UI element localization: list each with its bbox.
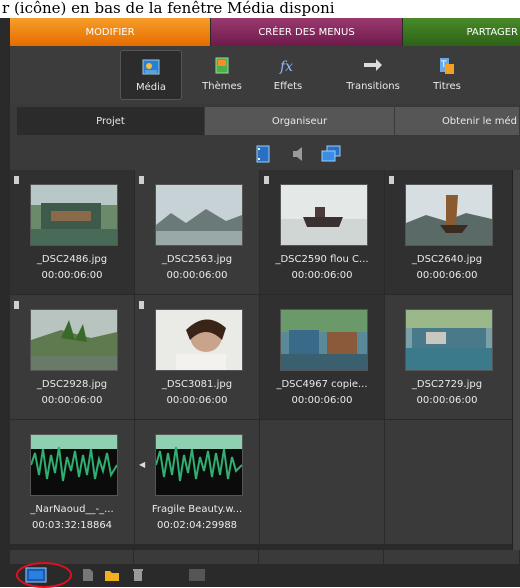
transitions-label: Transitions	[346, 81, 400, 92]
titres-button[interactable]: T Titres	[424, 50, 470, 100]
media-item[interactable]: _DSC2729.jpg 00:00:06:00	[385, 295, 515, 419]
media-item[interactable]: _DSC2486.jpg 00:00:06:00	[10, 170, 134, 294]
media-filename: _DSC2640.jpg	[411, 254, 483, 265]
image-filter-icon[interactable]	[320, 145, 341, 163]
media-filename: _DSC2729.jpg	[411, 379, 483, 390]
empty-cell	[260, 420, 384, 544]
thumbnail	[405, 309, 493, 371]
media-duration: 00:00:06:00	[291, 270, 353, 281]
vertical-scrollbar[interactable]	[512, 170, 520, 568]
disabled-button[interactable]	[188, 567, 206, 583]
titres-label: Titres	[433, 81, 461, 92]
media-item[interactable]: _DSC2640.jpg 00:00:06:00	[385, 170, 515, 294]
media-duration: 00:03:32:18864	[31, 520, 113, 531]
media-duration: 00:00:06:00	[41, 270, 103, 281]
clip-marker-icon	[14, 176, 19, 184]
subtab-projet[interactable]: Projet	[17, 107, 205, 135]
svg-text:T: T	[440, 60, 447, 70]
thumbnail	[30, 184, 118, 246]
media-button[interactable]: Média	[120, 50, 182, 100]
panel-subtabs: Projet Organiseur Obtenir le méd	[10, 104, 520, 138]
media-item[interactable]: _DSC3081.jpg 00:00:06:00	[135, 295, 259, 419]
media-duration: 00:00:06:00	[416, 395, 478, 406]
media-filename: _NarNaoud__-_...	[30, 504, 114, 515]
svg-text:fx: fx	[279, 59, 293, 75]
subtab-obtenir-media[interactable]: Obtenir le méd	[395, 107, 520, 135]
media-icon	[140, 56, 162, 78]
media-item[interactable]: ◀ Fragile Beauty.w... 00:02:04:29988	[135, 420, 259, 544]
left-edge	[0, 18, 10, 587]
media-grid: _DSC2486.jpg 00:00:06:00 _DSC2563.jpg 00…	[10, 170, 515, 568]
media-filename: _DSC2563.jpg	[161, 254, 233, 265]
media-filename: _DSC3081.jpg	[161, 379, 233, 390]
media-filename: Fragile Beauty.w...	[151, 504, 243, 515]
edit-toolbar: Média Thèmes fx Effets Transitions T Tit…	[10, 46, 520, 104]
audio-waveform-thumbnail	[155, 434, 243, 496]
themes-button[interactable]: Thèmes	[196, 50, 248, 100]
media-duration: 00:00:06:00	[416, 270, 478, 281]
titles-icon: T	[436, 55, 458, 77]
view-filter-row	[10, 138, 520, 170]
media-duration: 00:00:06:00	[41, 395, 103, 406]
clip-marker-icon	[389, 176, 394, 184]
media-label: Média	[135, 82, 167, 93]
media-item[interactable]: _NarNaoud__-_... 00:03:32:18864	[10, 420, 134, 544]
media-filename: _DSC2590 flou C...	[275, 254, 369, 265]
clip-marker-icon	[139, 301, 144, 309]
thumbnail	[280, 309, 368, 371]
grid-bottom-row	[10, 550, 520, 564]
media-filename: _DSC4967 copie...	[276, 379, 368, 390]
main-tabs: MODIFIER CRÉER DES MENUS PARTAGER	[10, 18, 520, 46]
folder-icon[interactable]	[104, 567, 120, 583]
media-item[interactable]: _DSC4967 copie... 00:00:06:00	[260, 295, 384, 419]
clip-marker-icon	[139, 176, 144, 184]
fx-icon: fx	[277, 55, 299, 77]
audio-waveform-thumbnail	[30, 434, 118, 496]
media-filename: _DSC2928.jpg	[36, 379, 108, 390]
media-item[interactable]: _DSC2590 flou C... 00:00:06:00	[260, 170, 384, 294]
tab-partager[interactable]: PARTAGER	[402, 18, 520, 46]
media-duration: 00:00:06:00	[166, 270, 228, 281]
thumbnail	[405, 184, 493, 246]
effets-label: Effets	[273, 81, 303, 92]
thumbnail	[30, 309, 118, 371]
audio-filter-icon[interactable]	[290, 145, 310, 163]
new-item-icon[interactable]	[80, 567, 96, 583]
clip-marker-icon	[264, 176, 269, 184]
video-filter-icon[interactable]	[254, 145, 274, 163]
subtab-organiseur[interactable]: Organiseur	[205, 107, 395, 135]
thumbnail	[155, 184, 243, 246]
effets-button[interactable]: fx Effets	[264, 50, 312, 100]
page-caption-text: r (icône) en bas de la fenêtre Média dis…	[0, 0, 520, 18]
tab-modifier[interactable]: MODIFIER	[10, 18, 210, 46]
media-item[interactable]: _DSC2563.jpg 00:00:06:00	[135, 170, 259, 294]
media-duration: 00:00:06:00	[291, 395, 353, 406]
trash-icon[interactable]	[130, 567, 146, 583]
empty-cell	[385, 420, 515, 544]
bottom-toolbar	[0, 564, 520, 587]
tab-creer-menus[interactable]: CRÉER DES MENUS	[210, 18, 402, 46]
themes-label: Thèmes	[202, 81, 242, 92]
highlight-circle	[16, 562, 72, 588]
themes-icon	[211, 55, 233, 77]
media-duration: 00:00:06:00	[166, 395, 228, 406]
arrows-icon	[362, 55, 384, 77]
thumbnail	[155, 309, 243, 371]
audio-marker-icon: ◀	[139, 460, 146, 469]
media-item[interactable]: _DSC2928.jpg 00:00:06:00	[10, 295, 134, 419]
media-filename: _DSC2486.jpg	[36, 254, 108, 265]
thumbnail	[280, 184, 368, 246]
transitions-button[interactable]: Transitions	[340, 50, 406, 100]
media-duration: 00:02:04:29988	[156, 520, 238, 531]
clip-marker-icon	[14, 301, 19, 309]
media-panel: MODIFIER CRÉER DES MENUS PARTAGER Média …	[0, 18, 520, 587]
